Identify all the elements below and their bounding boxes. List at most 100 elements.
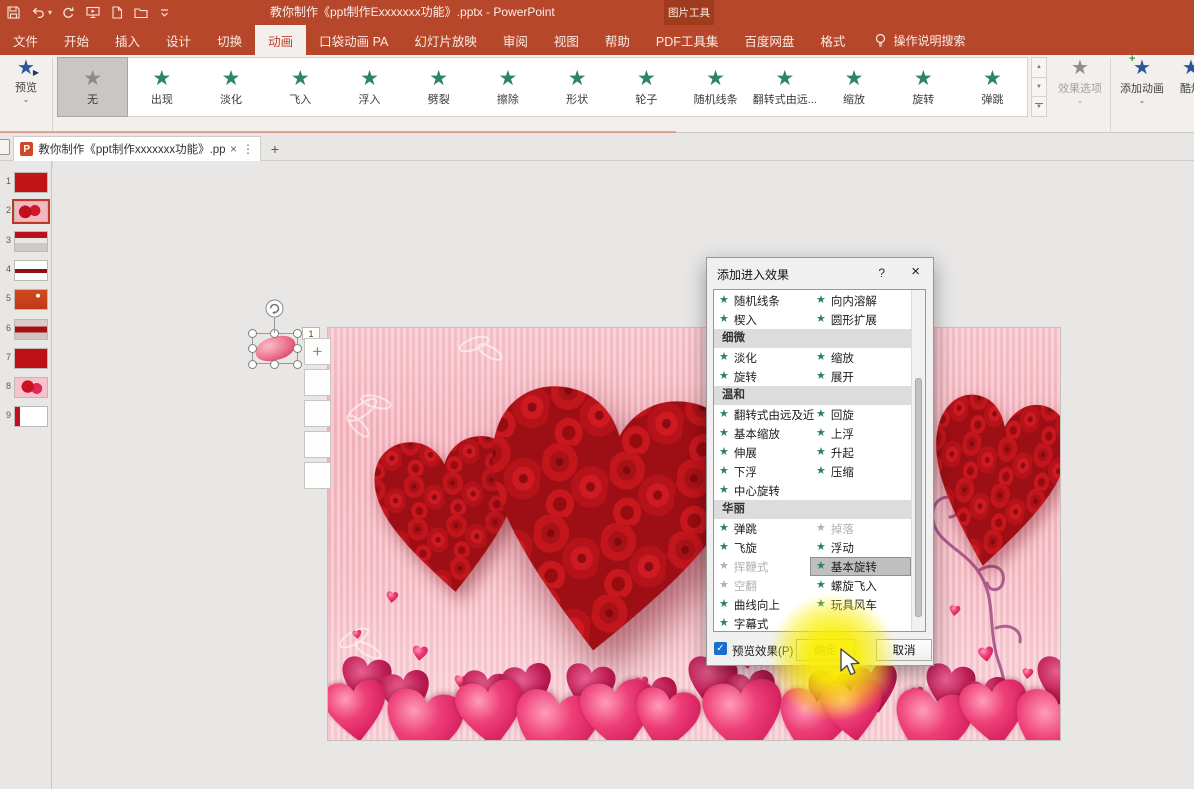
close-icon[interactable]: × — [911, 263, 920, 280]
effect-item-翻转式由远及近[interactable]: ★翻转式由远及近 — [714, 406, 811, 423]
gallery-item-出现[interactable]: ★出现 — [127, 58, 196, 116]
tab-帮助[interactable]: 帮助 — [592, 25, 643, 55]
effect-item-回旋[interactable]: ★回旋 — [811, 406, 910, 423]
effect-item-中心旋转[interactable]: ★中心旋转 — [714, 482, 811, 499]
cancel-button[interactable]: 取消 — [876, 639, 932, 661]
slide[interactable] — [328, 328, 1060, 740]
effect-item-飞旋[interactable]: ★飞旋 — [714, 539, 811, 556]
tab-审阅[interactable]: 审阅 — [490, 25, 541, 55]
preview-effect-checkbox[interactable]: ✓ — [714, 642, 727, 655]
effect-item-楔入[interactable]: ★楔入 — [714, 311, 811, 328]
effect-item-压缩[interactable]: ★压缩 — [811, 463, 910, 480]
tab-百度网盘[interactable]: 百度网盘 — [731, 25, 807, 55]
tab-文件[interactable]: 文件 — [0, 25, 51, 55]
gallery-item-随机线条[interactable]: ★随机线条 — [681, 58, 750, 116]
effect-item-旋转[interactable]: ★旋转 — [714, 368, 811, 385]
slide-thumbnail-2[interactable] — [14, 201, 48, 222]
effect-item-随机线条[interactable]: ★随机线条 — [714, 292, 811, 309]
tab-动画[interactable]: 动画 — [255, 25, 306, 55]
effect-item-挥鞭式[interactable]: ★挥鞭式 — [714, 558, 811, 575]
tab-幻灯片放映[interactable]: 幻灯片放映 — [401, 25, 490, 55]
quick-animation-slot[interactable] — [304, 400, 331, 427]
gallery-item-擦除[interactable]: ★擦除 — [473, 58, 542, 116]
close-tab-icon[interactable]: × — [230, 142, 237, 156]
preview-button[interactable]: ★ ▶ 预览 ⌄ — [0, 57, 52, 117]
resize-handle[interactable] — [248, 360, 257, 369]
effect-item-基本旋转[interactable]: ★基本旋转 — [811, 558, 910, 575]
effect-item-缩放[interactable]: ★缩放 — [811, 349, 910, 366]
undo-icon[interactable] — [30, 5, 45, 20]
effect-item-螺旋飞入[interactable]: ★螺旋飞入 — [811, 577, 910, 594]
rotate-handle[interactable] — [265, 299, 284, 318]
gallery-item-淡化[interactable]: ★淡化 — [196, 58, 265, 116]
tab-格式[interactable]: 格式 — [807, 25, 858, 55]
gallery-item-旋转[interactable]: ★旋转 — [889, 58, 958, 116]
slide-thumbnail-7[interactable] — [14, 348, 48, 369]
slide-thumbnail-3[interactable] — [14, 231, 48, 252]
gallery-item-翻转式由远...[interactable]: ★翻转式由远... — [750, 58, 819, 116]
effect-item-上浮[interactable]: ★上浮 — [811, 425, 910, 442]
effect-item-向内溶解[interactable]: ★向内溶解 — [811, 292, 910, 309]
effect-item-曲线向上[interactable]: ★曲线向上 — [714, 596, 811, 613]
add-animation-button[interactable]: ★ + 添加动画 ⌄ — [1113, 57, 1171, 105]
help-icon[interactable]: ? — [878, 266, 885, 280]
gallery-more-button[interactable]: ▼ — [1031, 97, 1047, 117]
effect-item-基本缩放[interactable]: ★基本缩放 — [714, 425, 811, 442]
tab-口袋动画 PA[interactable]: 口袋动画 PA — [306, 25, 401, 55]
resize-handle[interactable] — [270, 360, 279, 369]
gallery-scroll-down-button[interactable]: ▼ — [1031, 78, 1047, 98]
scrollbar-thumb[interactable] — [915, 378, 922, 617]
open-folder-icon[interactable] — [133, 5, 148, 20]
tab-开始[interactable]: 开始 — [51, 25, 102, 55]
tell-me-search[interactable]: 操作说明搜索 — [874, 25, 965, 55]
gallery-item-浮入[interactable]: ★浮入 — [335, 58, 404, 116]
tab-切换[interactable]: 切换 — [204, 25, 255, 55]
gallery-item-飞入[interactable]: ★飞入 — [266, 58, 335, 116]
effect-item-展开[interactable]: ★展开 — [811, 368, 910, 385]
new-file-icon[interactable] — [109, 5, 124, 20]
effect-item-弹跳[interactable]: ★弹跳 — [714, 520, 811, 537]
gallery-item-缩放[interactable]: ★缩放 — [819, 58, 888, 116]
customize-qat-icon[interactable] — [157, 5, 172, 20]
tab-PDF工具集[interactable]: PDF工具集 — [643, 25, 732, 55]
effect-item-升起[interactable]: ★升起 — [811, 444, 910, 461]
resize-handle[interactable] — [248, 344, 257, 353]
effect-item-圆形扩展[interactable]: ★圆形扩展 — [811, 311, 910, 328]
tab-插入[interactable]: 插入 — [102, 25, 153, 55]
quick-animation-slot[interactable] — [304, 369, 331, 396]
effect-item-掉落[interactable]: ★掉落 — [811, 520, 910, 537]
slideshow-icon[interactable] — [85, 5, 100, 20]
resize-handle[interactable] — [293, 329, 302, 338]
slide-thumbnail-5[interactable] — [14, 289, 48, 310]
slide-thumbnail-6[interactable] — [14, 319, 48, 340]
gallery-item-弹跳[interactable]: ★弹跳 — [958, 58, 1027, 116]
quick-animation-slot[interactable] — [304, 462, 331, 489]
gallery-scroll-up-button[interactable]: ▲ — [1031, 57, 1047, 78]
pin-icon[interactable] — [0, 139, 10, 155]
document-tab-active[interactable]: P 教你制作《ppt制作xxxxxxx功能》.pptx × ⋮ — [13, 136, 261, 161]
effect-item-浮动[interactable]: ★浮动 — [811, 539, 910, 556]
slide-thumbnail-1[interactable] — [14, 172, 48, 193]
gallery-item-无[interactable]: ★无 — [58, 58, 127, 116]
tab-more-icon[interactable]: ⋮ — [242, 142, 254, 156]
ok-button[interactable]: 确定 — [796, 639, 855, 661]
cool-animation-button[interactable]: ★ ➤ 酷炫 — [1171, 57, 1194, 96]
slide-thumbnail-8[interactable] — [14, 377, 48, 398]
scrollbar[interactable] — [911, 290, 925, 631]
effect-item-下浮[interactable]: ★下浮 — [714, 463, 811, 480]
tab-设计[interactable]: 设计 — [153, 25, 204, 55]
redo-icon[interactable] — [61, 5, 76, 20]
quick-animation-slot[interactable] — [304, 431, 331, 458]
gallery-item-劈裂[interactable]: ★劈裂 — [404, 58, 473, 116]
resize-handle[interactable] — [248, 329, 257, 338]
resize-handle[interactable] — [293, 360, 302, 369]
effect-item-字幕式[interactable]: ★字幕式 — [714, 615, 811, 632]
new-tab-button[interactable]: + — [265, 139, 285, 158]
quick-add-animation-button[interactable]: + — [304, 338, 331, 365]
tab-视图[interactable]: 视图 — [541, 25, 592, 55]
slide-thumbnail-4[interactable] — [14, 260, 48, 281]
effect-item-伸展[interactable]: ★伸展 — [714, 444, 811, 461]
gallery-item-轮子[interactable]: ★轮子 — [612, 58, 681, 116]
slide-thumbnail-9[interactable] — [14, 406, 48, 427]
gallery-item-形状[interactable]: ★形状 — [543, 58, 612, 116]
